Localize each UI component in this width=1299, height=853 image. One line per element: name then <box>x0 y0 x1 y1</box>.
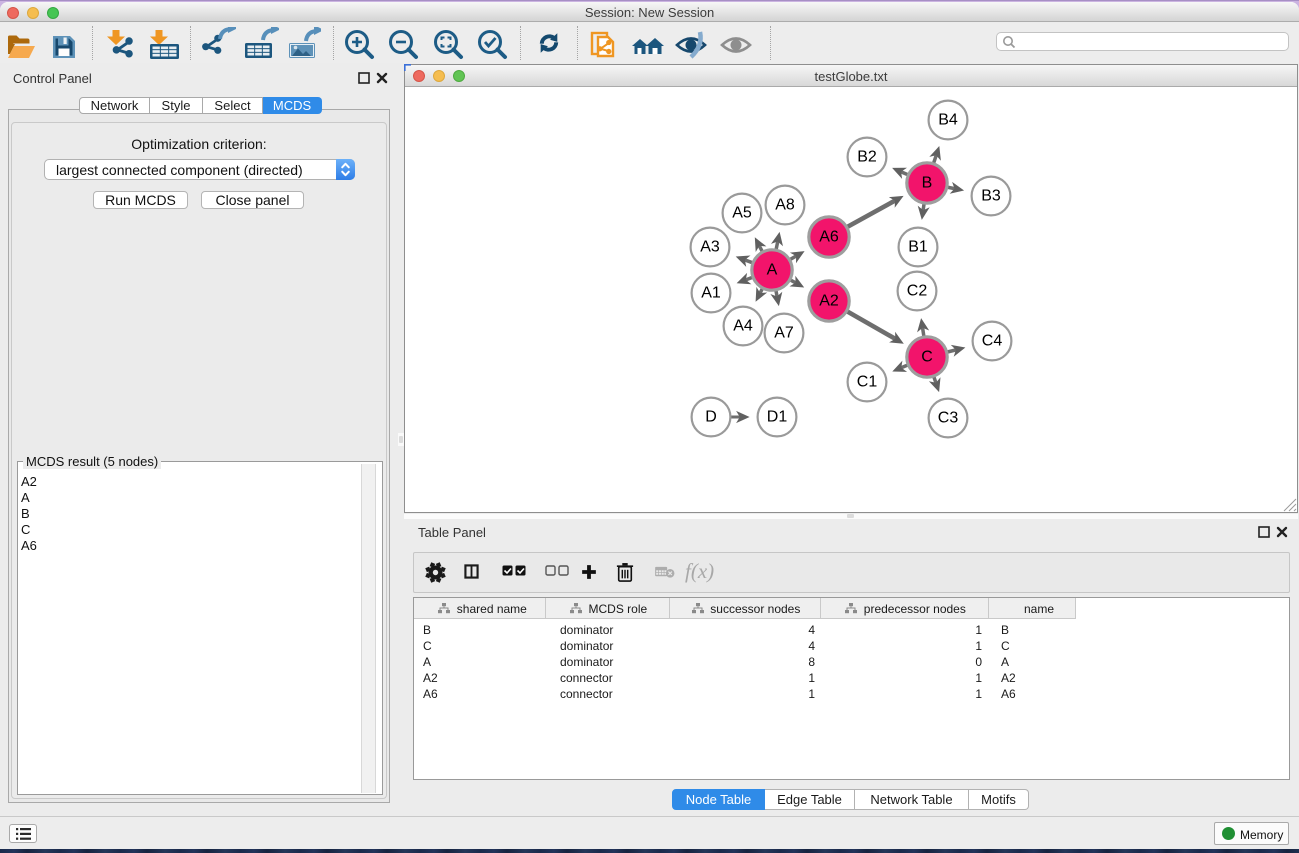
svg-text:A7: A7 <box>774 325 794 342</box>
svg-text:C2: C2 <box>907 283 928 300</box>
svg-text:A: A <box>767 262 778 279</box>
svg-text:D: D <box>705 409 717 426</box>
svg-text:C3: C3 <box>938 410 959 427</box>
svg-text:A2: A2 <box>819 293 839 310</box>
svg-text:A6: A6 <box>819 229 839 246</box>
svg-text:B2: B2 <box>857 149 877 166</box>
svg-text:A5: A5 <box>732 205 752 222</box>
svg-text:A4: A4 <box>733 318 753 335</box>
svg-text:B3: B3 <box>981 188 1001 205</box>
svg-text:B: B <box>922 175 933 192</box>
svg-text:D1: D1 <box>767 409 788 426</box>
svg-text:C1: C1 <box>857 374 878 391</box>
svg-text:A8: A8 <box>775 197 795 214</box>
svg-text:C4: C4 <box>982 333 1003 350</box>
svg-text:B4: B4 <box>938 112 958 129</box>
svg-text:A1: A1 <box>701 285 721 302</box>
svg-text:A3: A3 <box>700 239 720 256</box>
svg-text:B1: B1 <box>908 239 928 256</box>
svg-text:C: C <box>921 349 933 366</box>
